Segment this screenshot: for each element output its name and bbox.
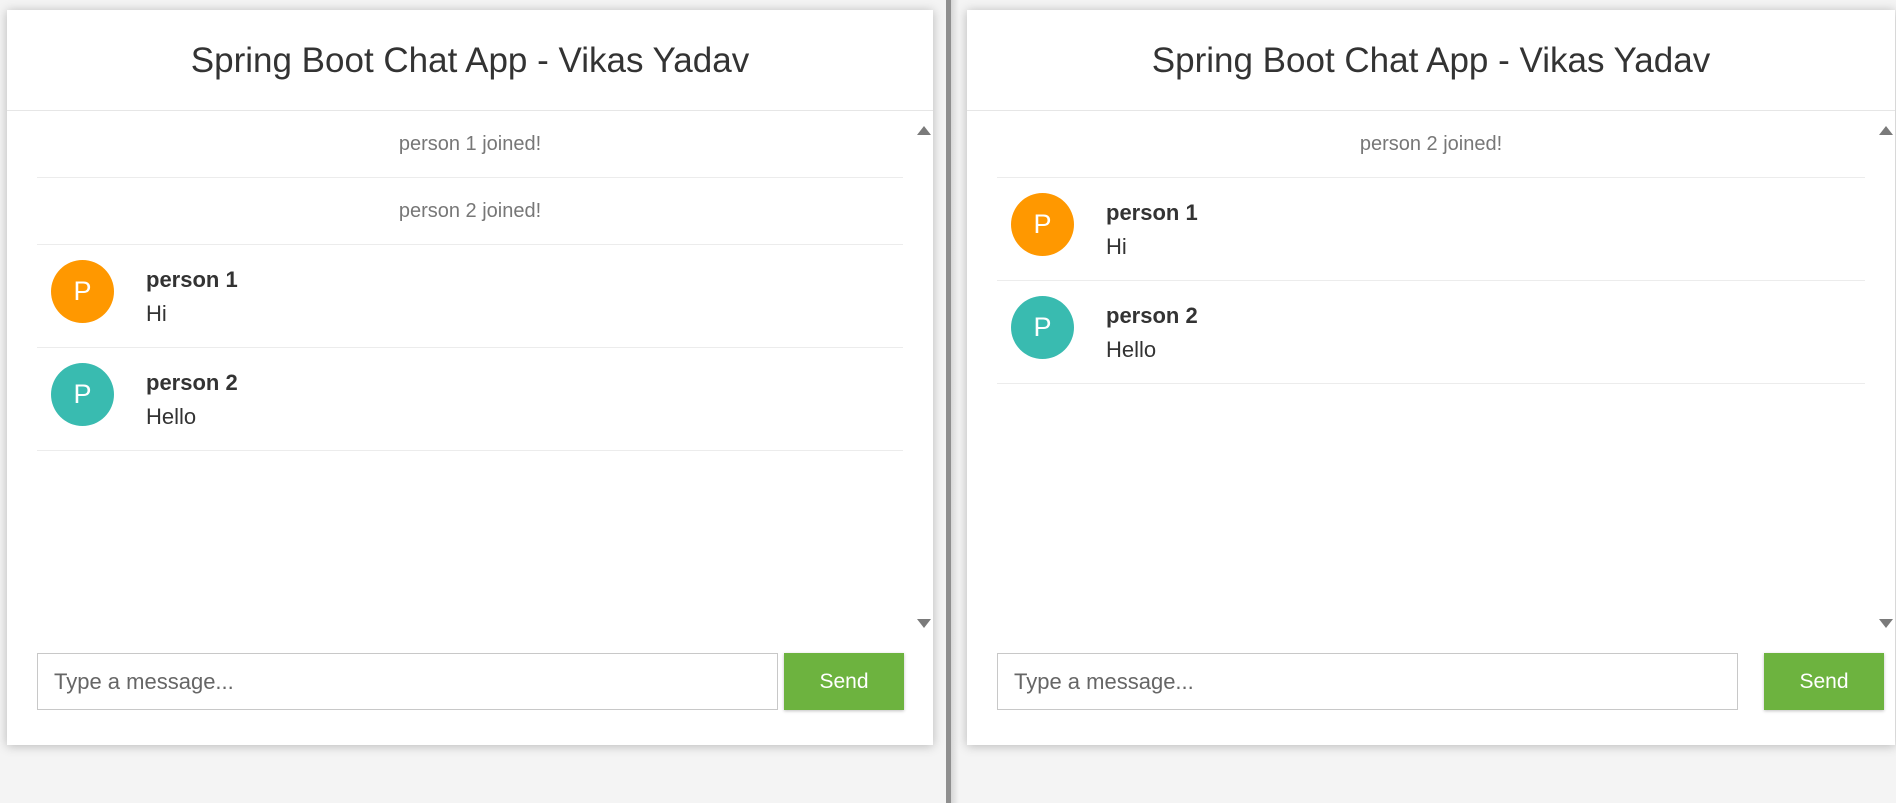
message-text: Hello	[1106, 337, 1157, 362]
message-text: Hello	[146, 404, 197, 429]
scroll-down-icon[interactable]	[1879, 619, 1893, 628]
message-form: Send	[997, 653, 1884, 710]
message-text: Hi	[146, 301, 167, 326]
avatar: P	[1011, 296, 1074, 359]
scroll-up-icon[interactable]	[1879, 126, 1893, 135]
chat-message: P person 1 Hi	[37, 245, 903, 348]
avatar: P	[51, 363, 114, 426]
chat-window-right: Spring Boot Chat App - Vikas Yadav perso…	[967, 10, 1895, 745]
scrollbar[interactable]	[1877, 118, 1893, 628]
message-list[interactable]: person 2 joined! P person 1 Hi P person …	[997, 111, 1865, 611]
page-title: Spring Boot Chat App - Vikas Yadav	[190, 41, 750, 80]
window-divider[interactable]	[946, 0, 959, 803]
message-sender: person 1	[1106, 200, 1198, 225]
chat-header: Spring Boot Chat App - Vikas Yadav	[7, 10, 933, 111]
scroll-up-icon[interactable]	[917, 126, 931, 135]
avatar: P	[51, 260, 114, 323]
message-list[interactable]: person 1 joined! person 2 joined! P pers…	[37, 111, 903, 611]
chat-message: P person 1 Hi	[997, 178, 1865, 281]
message-text: Hi	[1106, 234, 1127, 259]
chat-header: Spring Boot Chat App - Vikas Yadav	[967, 10, 1895, 111]
event-message: person 2 joined!	[997, 111, 1865, 178]
send-button[interactable]: Send	[784, 653, 904, 710]
send-button[interactable]: Send	[1764, 653, 1884, 710]
message-sender: person 2	[1106, 303, 1198, 328]
chat-message: P person 2 Hello	[37, 348, 903, 451]
page-title: Spring Boot Chat App - Vikas Yadav	[1151, 41, 1711, 80]
message-sender: person 2	[146, 370, 238, 395]
message-sender: person 1	[146, 267, 238, 292]
chat-message: P person 2 Hello	[997, 281, 1865, 384]
message-input[interactable]	[997, 653, 1738, 710]
event-message: person 2 joined!	[37, 178, 903, 245]
message-form: Send	[37, 653, 904, 710]
message-input[interactable]	[37, 653, 778, 710]
chat-window-left: Spring Boot Chat App - Vikas Yadav perso…	[7, 10, 933, 745]
event-message: person 1 joined!	[37, 111, 903, 178]
avatar: P	[1011, 193, 1074, 256]
scrollbar[interactable]	[915, 118, 931, 628]
scroll-down-icon[interactable]	[917, 619, 931, 628]
